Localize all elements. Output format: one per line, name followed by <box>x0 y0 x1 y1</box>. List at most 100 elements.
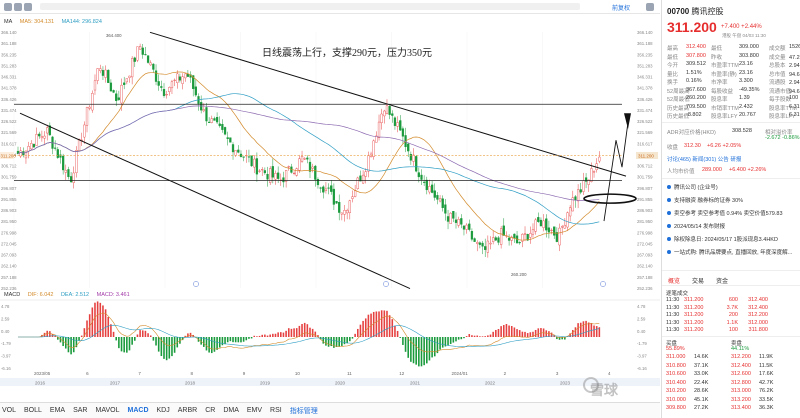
candle-body <box>353 190 357 197</box>
candle-body <box>218 123 221 126</box>
candle-body <box>131 58 134 78</box>
candle-body <box>107 69 110 83</box>
quote-value: 1.51% <box>686 69 702 76</box>
candle-body <box>120 84 123 104</box>
bid-size: 22.4K <box>694 379 709 386</box>
candle-body <box>507 237 511 241</box>
after-price: 312.30 <box>684 143 701 149</box>
quote-label: 换手 <box>667 80 679 86</box>
news-item[interactable]: 支持融资 融券标的证券 30% <box>667 196 743 204</box>
quote-label: 每手股数 <box>769 97 792 103</box>
candle-body <box>377 121 381 138</box>
stock-price: 311.200 <box>667 19 717 35</box>
bid-size: 27.2K <box>694 405 709 411</box>
candle-body <box>412 154 415 162</box>
indicator-tab-ema[interactable]: EMA <box>50 407 65 414</box>
candle-body <box>356 177 359 189</box>
indicator-tab-macd[interactable]: MACD <box>128 407 149 414</box>
news-text: 支持融资 融券标的证券 30% <box>674 198 744 204</box>
candle-body <box>598 156 601 162</box>
support-trendline <box>19 112 411 289</box>
price-tick: 341.378 <box>1 86 17 91</box>
ma-legend: MA MA5: 304.131 MA144: 296.824 <box>4 19 108 25</box>
candle-body <box>401 128 405 137</box>
tab-report[interactable]: 研报 <box>730 157 741 163</box>
adjust-mode-label[interactable]: 前复权 <box>612 3 630 12</box>
premium-value: -2.672 -0.86% <box>765 135 800 141</box>
tab-notice[interactable]: 公告 <box>718 157 729 163</box>
indicator-tab-rsi[interactable]: RSI <box>270 407 282 414</box>
quote-value: 709.500 <box>686 103 706 110</box>
fullscreen-icon[interactable] <box>646 3 654 11</box>
candle-body <box>40 136 44 139</box>
indicator-settings-button[interactable]: 指标管理 <box>290 406 318 416</box>
quote-label: 成交量 <box>769 54 786 61</box>
news-text: 除权除息日: 2024/05/17 1股派现息3.4HKD <box>674 237 778 243</box>
price-tick: 291.855 <box>637 197 653 202</box>
news-item[interactable]: 腾讯公司 (企业号) <box>667 183 718 191</box>
candle-body <box>202 109 205 112</box>
news-item[interactable]: 一站式购: 腾讯品牌要点, 直播回放, 年度深度解... <box>667 248 792 256</box>
candle-body <box>266 173 269 180</box>
indicator-tab-emv[interactable]: EMV <box>247 407 262 414</box>
candle-body <box>518 242 521 244</box>
earnings-marker-icon <box>193 281 199 287</box>
quote-value: 23.16 <box>739 61 753 67</box>
candle-body <box>569 207 572 217</box>
candle-body <box>537 217 540 222</box>
quote-label: 市净率 <box>711 80 728 86</box>
news-text: 一站式购: 腾讯品牌要点, 直播回放, 年度深度解... <box>674 250 793 256</box>
ask-size: 76.2K <box>759 388 774 394</box>
trade-title: 逐笔成交 <box>666 291 689 297</box>
candle-body <box>157 81 160 86</box>
price-tick: 331.474 <box>637 108 653 113</box>
candle-body <box>476 242 479 244</box>
quote-value: 23.16 <box>739 69 753 76</box>
candle-body <box>298 158 301 171</box>
candle-body <box>547 227 551 233</box>
candle-body <box>526 234 529 241</box>
news-item[interactable]: 除权除息日: 2024/05/17 1股派现息3.4HKD <box>667 235 778 243</box>
bid-price: 310.800 <box>666 362 686 369</box>
indicator-tab-sar[interactable]: SAR <box>73 407 87 414</box>
candle-body <box>322 186 325 193</box>
chart-toolbar: 前复权 <box>0 0 660 14</box>
macd-tick: 0.40 <box>1 329 10 334</box>
quote-value: -8.802 <box>686 112 702 118</box>
kline-chart[interactable]: 366.140 361.188 356.235 351.283 346.331 341.3… <box>0 14 660 386</box>
x-tick: 7 <box>138 371 141 376</box>
bullet-icon <box>667 198 671 202</box>
indicator-tab-boll[interactable]: BOLL <box>24 407 42 414</box>
range-scrollbar[interactable] <box>40 3 580 10</box>
panel-tab[interactable]: 资金 <box>716 276 728 285</box>
quote-value: 260.200 <box>686 95 706 101</box>
indicator-tab-dma[interactable]: DMA <box>223 407 239 414</box>
indicator-toggle-icon[interactable] <box>4 3 12 11</box>
candle-body <box>486 240 489 253</box>
candle-body <box>152 63 155 70</box>
indicator-tab-arbr[interactable]: ARBR <box>178 407 197 414</box>
news-item[interactable]: 2024/05/14 发布财报 <box>667 222 725 230</box>
panel-tab[interactable]: 概览 <box>668 276 680 285</box>
indicator-tab-mavol[interactable]: MAVOL <box>96 407 120 414</box>
candle-body <box>115 93 118 101</box>
quote-label: 市盈率TTM <box>711 63 739 69</box>
tab-talk[interactable]: 讨论 <box>667 157 678 163</box>
candle-body <box>385 105 389 115</box>
price-tick: 346.331 <box>1 75 17 80</box>
draw-tool-icon[interactable] <box>24 3 32 11</box>
tab-news[interactable]: 新闻 <box>692 157 703 163</box>
indicator-tab-kdj[interactable]: KDJ <box>157 407 170 414</box>
bid-price: 310.600 <box>666 371 686 377</box>
panel-tab[interactable]: 交易 <box>692 276 704 285</box>
candle-body <box>319 187 322 189</box>
candle-body <box>576 189 580 202</box>
quote-label: 总市值 <box>769 71 786 78</box>
indicator-tab-vol[interactable]: VOL <box>2 407 16 414</box>
indicator-tab-cr[interactable]: CR <box>205 407 215 414</box>
chart-settings-icon[interactable] <box>14 3 22 11</box>
news-item[interactable]: 卖空参考 卖空参考值 0.94% 卖空价值579.83 <box>667 209 783 217</box>
candle-body <box>61 155 65 171</box>
news-text: 腾讯公司 (企业号) <box>674 185 718 191</box>
candle-body <box>292 172 296 174</box>
